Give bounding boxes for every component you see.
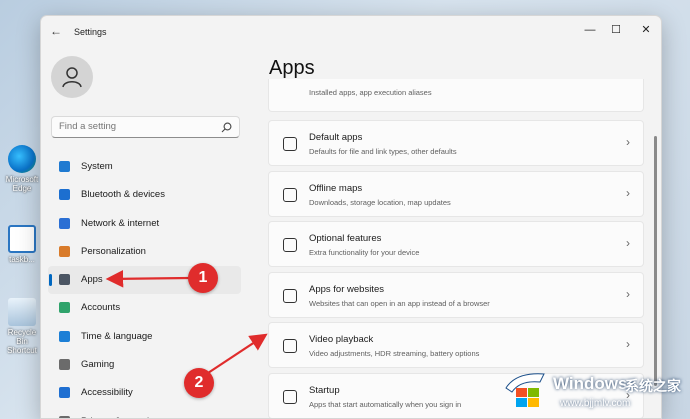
annotation-step-1: 1: [188, 263, 218, 293]
annotation-arrow-1: [105, 270, 190, 288]
watermark: Windows 系统之家 www.bjjmlv.com: [500, 364, 690, 419]
annotation-arrows: [105, 270, 268, 374]
annotation-step-2: 2: [184, 368, 214, 398]
watermark-url: www.bjjmlv.com: [560, 398, 631, 409]
annotation-arrow-2: [207, 333, 268, 374]
windows-logo-icon: [505, 373, 545, 407]
watermark-brand: Windows: [553, 374, 628, 393]
watermark-cn: 系统之家: [625, 378, 681, 394]
